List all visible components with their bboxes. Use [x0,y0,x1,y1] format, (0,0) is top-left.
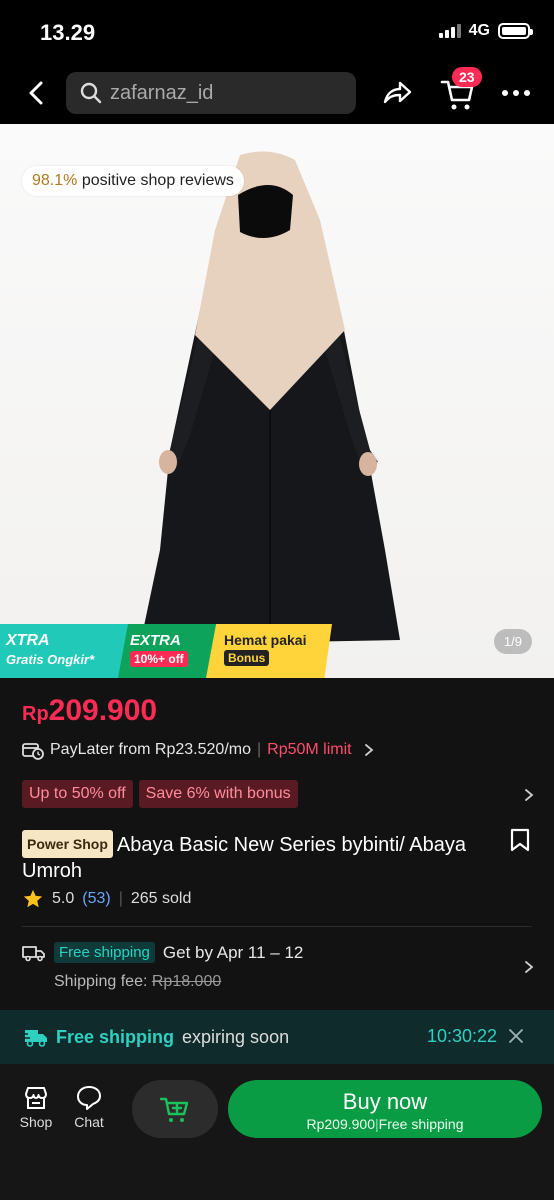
add-to-cart-button[interactable] [132,1080,218,1138]
bookmark-icon[interactable] [510,828,530,852]
promo-extra-sub: 10%+ off [130,651,188,667]
expiring-emphasis: Free shipping [56,1026,175,1047]
search-icon [80,82,102,104]
promo-hemat-title: Hemat pakai [224,632,307,648]
truck-fast-icon [22,1030,47,1047]
free-shipping-expiring-banner[interactable]: Free shipping expiring soon 10:30:22 [0,1010,554,1064]
shop-button[interactable]: Shop [14,1084,58,1130]
search-input[interactable]: zafarnaz_id [66,72,356,114]
rating-separator: | [118,890,123,907]
review-percent: 98.1% [32,172,78,189]
shipping-fee-value: Rp18.000 [151,973,222,990]
close-icon[interactable] [508,1028,524,1044]
paylater-limit: Rp50M limit [267,741,352,758]
product-price: Rp209.900 [22,694,157,728]
rating-value: 5.0 [52,890,75,907]
product-title-row: Power Shop Abaya Basic New Series bybinti… [22,830,492,884]
shop-label: Shop [19,1114,53,1130]
promo-hemat-sub: Bonus [224,650,270,666]
back-arrow-icon[interactable] [22,78,52,108]
product-photo-abaya [140,151,400,645]
section-divider [22,926,532,927]
buy-now-label: Buy now [342,1089,428,1114]
star-icon [23,889,43,908]
promo-xtra-ongkir: XTRA Gratis Ongkir* [0,624,130,678]
rating-row[interactable]: 5.0 (53) | 265 sold [22,888,191,910]
price-value: 209.900 [48,694,158,727]
promo-xtra-title: XTRA [6,632,50,649]
store-icon [25,1087,47,1109]
network-label: 4G [468,22,490,39]
paylater-text: PayLater from Rp23.520/mo [50,741,251,758]
promo-extra-off: EXTRA 10%+ off [118,624,218,678]
discount-chip[interactable]: Up to 50% off [22,780,133,808]
shipping-eta-row: Free shipping Get by Apr 11 – 12 [22,942,303,963]
search-text: zafarnaz_id [110,81,214,104]
shop-review-pill: 98.1% positive shop reviews [22,166,244,196]
chat-label: Chat [74,1114,104,1130]
product-image-gallery[interactable]: 98.1% positive shop reviews XTRA Gratis … [0,124,554,678]
chevron-right-icon[interactable] [522,960,536,974]
buy-now-subtext: Rp209.900|Free shipping [228,1116,542,1132]
buy-now-button[interactable]: Buy now Rp209.900|Free shipping [228,1080,542,1138]
more-options-icon[interactable] [500,80,532,106]
status-time: 13.29 [40,20,96,45]
buy-now-price: Rp209.900 [306,1116,376,1132]
image-counter: 1/9 [493,629,532,654]
shipping-eta: Get by Apr 11 – 12 [162,942,304,962]
free-shipping-badge: Free shipping [54,942,155,963]
bottom-action-bar: Shop Chat Buy now Rp209.900|Free shippin… [0,1064,554,1200]
battery-icon [498,23,533,39]
bonus-chip[interactable]: Save 6% with bonus [138,780,298,808]
chevron-right-icon [364,744,374,756]
signal-icon [438,24,461,38]
chevron-right-icon[interactable] [522,788,536,802]
shipping-section[interactable]: Free shipping Get by Apr 11 – 12 Shippin… [22,942,303,991]
paylater-row[interactable]: PayLater from Rp23.520/mo | Rp50M limit [22,740,376,760]
cart-count-badge: 23 [452,67,482,87]
review-text: positive shop reviews [81,172,234,189]
promo-xtra-sub: Gratis Ongkir* [6,652,95,667]
top-header: zafarnaz_id 23 [0,62,554,124]
buy-now-shipping: Free shipping [378,1116,464,1132]
power-shop-badge: Power Shop [22,830,113,858]
discount-chips[interactable]: Up to 50% off Save 6% with bonus [22,780,298,808]
shipping-fee-label: Shipping fee: [54,973,148,990]
expiring-text: expiring soon [182,1026,290,1047]
status-bar: 13.29 4G [0,0,554,62]
paylater-icon [22,743,44,760]
sold-count: 265 sold [130,890,192,907]
promo-hemat-bonus: Hemat pakai Bonus [206,624,332,678]
truck-icon [22,945,45,961]
promo-extra-title: EXTRA [130,632,181,649]
countdown-timer: 10:30:22 [427,1026,498,1046]
status-icons: 4G [438,22,533,40]
paylater-separator: | [257,741,262,758]
share-icon[interactable] [380,76,414,110]
shipping-fee-row: Shipping fee: Rp18.000 [54,973,303,991]
chat-icon [77,1086,101,1110]
review-count: (53) [82,890,111,907]
promo-strip: XTRA Gratis Ongkir* EXTRA 10%+ off Hemat… [0,624,332,678]
price-currency: Rp [22,703,49,725]
add-to-cart-icon [159,1097,189,1122]
chat-button[interactable]: Chat [67,1084,111,1130]
